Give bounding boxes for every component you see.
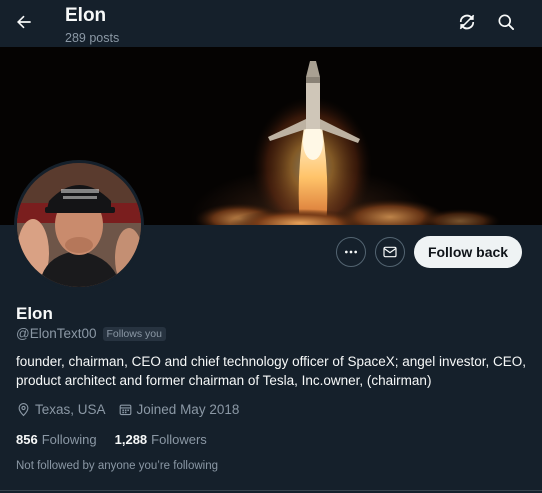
following-link[interactable]: 856 Following xyxy=(16,432,97,447)
location-item: Texas, USA xyxy=(16,402,106,417)
back-button[interactable] xyxy=(10,8,38,36)
follows-you-badge: Follows you xyxy=(102,326,166,341)
not-followed-text: Not followed by anyone you’re following xyxy=(16,460,219,472)
followers-link[interactable]: 1,288 Followers xyxy=(115,432,207,447)
refresh-icon xyxy=(459,14,475,30)
follow-back-button[interactable]: Follow back xyxy=(414,236,522,268)
follow-stats: 856 Following 1,288 Followers xyxy=(16,432,225,447)
profile-bio: founder, chairman, CEO and chief technol… xyxy=(16,354,527,388)
more-options-button[interactable] xyxy=(336,237,366,267)
calendar-icon xyxy=(119,404,131,416)
divider xyxy=(0,490,542,491)
page-title: Elon xyxy=(65,5,107,26)
joined-text: Joined May 2018 xyxy=(136,402,240,417)
profile-meta: Texas, USA Joined May 2018 xyxy=(16,402,251,417)
search-icon xyxy=(498,14,514,31)
handle-row: @ElonText00 Follows you xyxy=(16,326,166,341)
post-count: 289 posts xyxy=(65,31,120,45)
followers-label: Followers xyxy=(151,432,207,447)
followers-count: 1,288 xyxy=(114,432,148,447)
top-bar: Elon 289 posts xyxy=(0,0,542,47)
profile-name: Elon xyxy=(16,304,53,323)
mail-icon xyxy=(383,246,397,258)
location-pin-icon xyxy=(18,402,29,417)
following-label: Following xyxy=(41,432,97,447)
search-button[interactable] xyxy=(493,9,519,35)
back-arrow-icon xyxy=(17,15,31,29)
ellipsis-icon xyxy=(345,250,357,254)
message-button[interactable] xyxy=(375,237,405,267)
following-count: 856 xyxy=(16,432,38,447)
profile-photo xyxy=(17,163,141,287)
refresh-button[interactable] xyxy=(454,9,480,35)
joined-item: Joined May 2018 xyxy=(118,402,240,417)
location-text: Texas, USA xyxy=(35,402,106,417)
profile-handle: @ElonText00 xyxy=(16,326,97,341)
avatar[interactable] xyxy=(14,160,144,290)
